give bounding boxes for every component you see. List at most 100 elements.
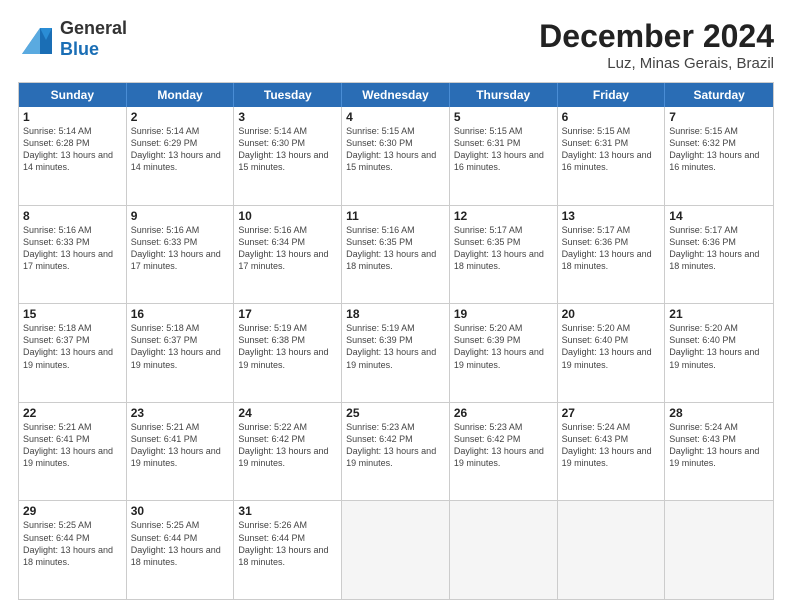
cell-info: Sunrise: 5:15 AMSunset: 6:32 PMDaylight:… xyxy=(669,125,769,174)
day-number: 3 xyxy=(238,110,337,124)
day-cell-18: 18Sunrise: 5:19 AMSunset: 6:39 PMDayligh… xyxy=(342,304,450,402)
day-number: 24 xyxy=(238,406,337,420)
empty-cell xyxy=(342,501,450,599)
cell-info: Sunrise: 5:15 AMSunset: 6:31 PMDaylight:… xyxy=(562,125,661,174)
day-cell-11: 11Sunrise: 5:16 AMSunset: 6:35 PMDayligh… xyxy=(342,206,450,304)
day-number: 5 xyxy=(454,110,553,124)
day-number: 18 xyxy=(346,307,445,321)
cell-info: Sunrise: 5:24 AMSunset: 6:43 PMDaylight:… xyxy=(562,421,661,470)
logo: General Blue xyxy=(18,18,127,59)
cell-info: Sunrise: 5:21 AMSunset: 6:41 PMDaylight:… xyxy=(23,421,122,470)
header-day-tuesday: Tuesday xyxy=(234,83,342,107)
cell-info: Sunrise: 5:14 AMSunset: 6:28 PMDaylight:… xyxy=(23,125,122,174)
calendar-row-3: 15Sunrise: 5:18 AMSunset: 6:37 PMDayligh… xyxy=(19,303,773,402)
cell-info: Sunrise: 5:14 AMSunset: 6:30 PMDaylight:… xyxy=(238,125,337,174)
header-day-sunday: Sunday xyxy=(19,83,127,107)
day-cell-21: 21Sunrise: 5:20 AMSunset: 6:40 PMDayligh… xyxy=(665,304,773,402)
day-cell-24: 24Sunrise: 5:22 AMSunset: 6:42 PMDayligh… xyxy=(234,403,342,501)
day-number: 1 xyxy=(23,110,122,124)
cell-info: Sunrise: 5:19 AMSunset: 6:38 PMDaylight:… xyxy=(238,322,337,371)
day-number: 23 xyxy=(131,406,230,420)
day-number: 11 xyxy=(346,209,445,223)
day-number: 25 xyxy=(346,406,445,420)
day-cell-10: 10Sunrise: 5:16 AMSunset: 6:34 PMDayligh… xyxy=(234,206,342,304)
cell-info: Sunrise: 5:18 AMSunset: 6:37 PMDaylight:… xyxy=(23,322,122,371)
empty-cell xyxy=(558,501,666,599)
day-cell-26: 26Sunrise: 5:23 AMSunset: 6:42 PMDayligh… xyxy=(450,403,558,501)
header: General Blue December 2024 Luz, Minas Ge… xyxy=(18,18,774,72)
day-cell-2: 2Sunrise: 5:14 AMSunset: 6:29 PMDaylight… xyxy=(127,107,235,205)
day-cell-25: 25Sunrise: 5:23 AMSunset: 6:42 PMDayligh… xyxy=(342,403,450,501)
empty-cell xyxy=(665,501,773,599)
day-number: 9 xyxy=(131,209,230,223)
day-cell-17: 17Sunrise: 5:19 AMSunset: 6:38 PMDayligh… xyxy=(234,304,342,402)
logo-general-text: General xyxy=(60,18,127,39)
header-day-friday: Friday xyxy=(558,83,666,107)
empty-cell xyxy=(450,501,558,599)
cell-info: Sunrise: 5:20 AMSunset: 6:40 PMDaylight:… xyxy=(562,322,661,371)
day-cell-5: 5Sunrise: 5:15 AMSunset: 6:31 PMDaylight… xyxy=(450,107,558,205)
calendar-row-4: 22Sunrise: 5:21 AMSunset: 6:41 PMDayligh… xyxy=(19,402,773,501)
day-number: 15 xyxy=(23,307,122,321)
cell-info: Sunrise: 5:25 AMSunset: 6:44 PMDaylight:… xyxy=(131,519,230,568)
header-day-thursday: Thursday xyxy=(450,83,558,107)
day-number: 30 xyxy=(131,504,230,518)
day-number: 31 xyxy=(238,504,337,518)
day-cell-19: 19Sunrise: 5:20 AMSunset: 6:39 PMDayligh… xyxy=(450,304,558,402)
cell-info: Sunrise: 5:18 AMSunset: 6:37 PMDaylight:… xyxy=(131,322,230,371)
page: General Blue December 2024 Luz, Minas Ge… xyxy=(0,0,792,612)
day-cell-20: 20Sunrise: 5:20 AMSunset: 6:40 PMDayligh… xyxy=(558,304,666,402)
day-cell-16: 16Sunrise: 5:18 AMSunset: 6:37 PMDayligh… xyxy=(127,304,235,402)
day-number: 4 xyxy=(346,110,445,124)
day-cell-23: 23Sunrise: 5:21 AMSunset: 6:41 PMDayligh… xyxy=(127,403,235,501)
day-cell-1: 1Sunrise: 5:14 AMSunset: 6:28 PMDaylight… xyxy=(19,107,127,205)
header-day-wednesday: Wednesday xyxy=(342,83,450,107)
cell-info: Sunrise: 5:15 AMSunset: 6:30 PMDaylight:… xyxy=(346,125,445,174)
calendar-header: SundayMondayTuesdayWednesdayThursdayFrid… xyxy=(19,83,773,107)
month-title: December 2024 xyxy=(539,18,774,55)
day-number: 2 xyxy=(131,110,230,124)
day-number: 12 xyxy=(454,209,553,223)
day-number: 16 xyxy=(131,307,230,321)
cell-info: Sunrise: 5:20 AMSunset: 6:39 PMDaylight:… xyxy=(454,322,553,371)
cell-info: Sunrise: 5:15 AMSunset: 6:31 PMDaylight:… xyxy=(454,125,553,174)
day-cell-14: 14Sunrise: 5:17 AMSunset: 6:36 PMDayligh… xyxy=(665,206,773,304)
cell-info: Sunrise: 5:23 AMSunset: 6:42 PMDaylight:… xyxy=(454,421,553,470)
logo-blue-text: Blue xyxy=(60,39,127,60)
day-cell-3: 3Sunrise: 5:14 AMSunset: 6:30 PMDaylight… xyxy=(234,107,342,205)
day-number: 14 xyxy=(669,209,769,223)
cell-info: Sunrise: 5:26 AMSunset: 6:44 PMDaylight:… xyxy=(238,519,337,568)
day-cell-15: 15Sunrise: 5:18 AMSunset: 6:37 PMDayligh… xyxy=(19,304,127,402)
day-cell-9: 9Sunrise: 5:16 AMSunset: 6:33 PMDaylight… xyxy=(127,206,235,304)
day-number: 19 xyxy=(454,307,553,321)
cell-info: Sunrise: 5:16 AMSunset: 6:34 PMDaylight:… xyxy=(238,224,337,273)
day-number: 29 xyxy=(23,504,122,518)
cell-info: Sunrise: 5:16 AMSunset: 6:35 PMDaylight:… xyxy=(346,224,445,273)
title-block: December 2024 Luz, Minas Gerais, Brazil xyxy=(539,18,774,72)
calendar-row-2: 8Sunrise: 5:16 AMSunset: 6:33 PMDaylight… xyxy=(19,205,773,304)
day-cell-30: 30Sunrise: 5:25 AMSunset: 6:44 PMDayligh… xyxy=(127,501,235,599)
day-cell-28: 28Sunrise: 5:24 AMSunset: 6:43 PMDayligh… xyxy=(665,403,773,501)
day-cell-13: 13Sunrise: 5:17 AMSunset: 6:36 PMDayligh… xyxy=(558,206,666,304)
cell-info: Sunrise: 5:17 AMSunset: 6:36 PMDaylight:… xyxy=(669,224,769,273)
header-day-monday: Monday xyxy=(127,83,235,107)
day-number: 13 xyxy=(562,209,661,223)
day-number: 7 xyxy=(669,110,769,124)
cell-info: Sunrise: 5:23 AMSunset: 6:42 PMDaylight:… xyxy=(346,421,445,470)
cell-info: Sunrise: 5:21 AMSunset: 6:41 PMDaylight:… xyxy=(131,421,230,470)
day-cell-8: 8Sunrise: 5:16 AMSunset: 6:33 PMDaylight… xyxy=(19,206,127,304)
cell-info: Sunrise: 5:19 AMSunset: 6:39 PMDaylight:… xyxy=(346,322,445,371)
day-number: 22 xyxy=(23,406,122,420)
location-subtitle: Luz, Minas Gerais, Brazil xyxy=(539,55,774,72)
day-number: 20 xyxy=(562,307,661,321)
day-number: 26 xyxy=(454,406,553,420)
day-cell-31: 31Sunrise: 5:26 AMSunset: 6:44 PMDayligh… xyxy=(234,501,342,599)
day-number: 27 xyxy=(562,406,661,420)
calendar-body: 1Sunrise: 5:14 AMSunset: 6:28 PMDaylight… xyxy=(19,107,773,599)
cell-info: Sunrise: 5:16 AMSunset: 6:33 PMDaylight:… xyxy=(23,224,122,273)
day-number: 10 xyxy=(238,209,337,223)
cell-info: Sunrise: 5:20 AMSunset: 6:40 PMDaylight:… xyxy=(669,322,769,371)
calendar: SundayMondayTuesdayWednesdayThursdayFrid… xyxy=(18,82,774,600)
cell-info: Sunrise: 5:14 AMSunset: 6:29 PMDaylight:… xyxy=(131,125,230,174)
day-cell-27: 27Sunrise: 5:24 AMSunset: 6:43 PMDayligh… xyxy=(558,403,666,501)
